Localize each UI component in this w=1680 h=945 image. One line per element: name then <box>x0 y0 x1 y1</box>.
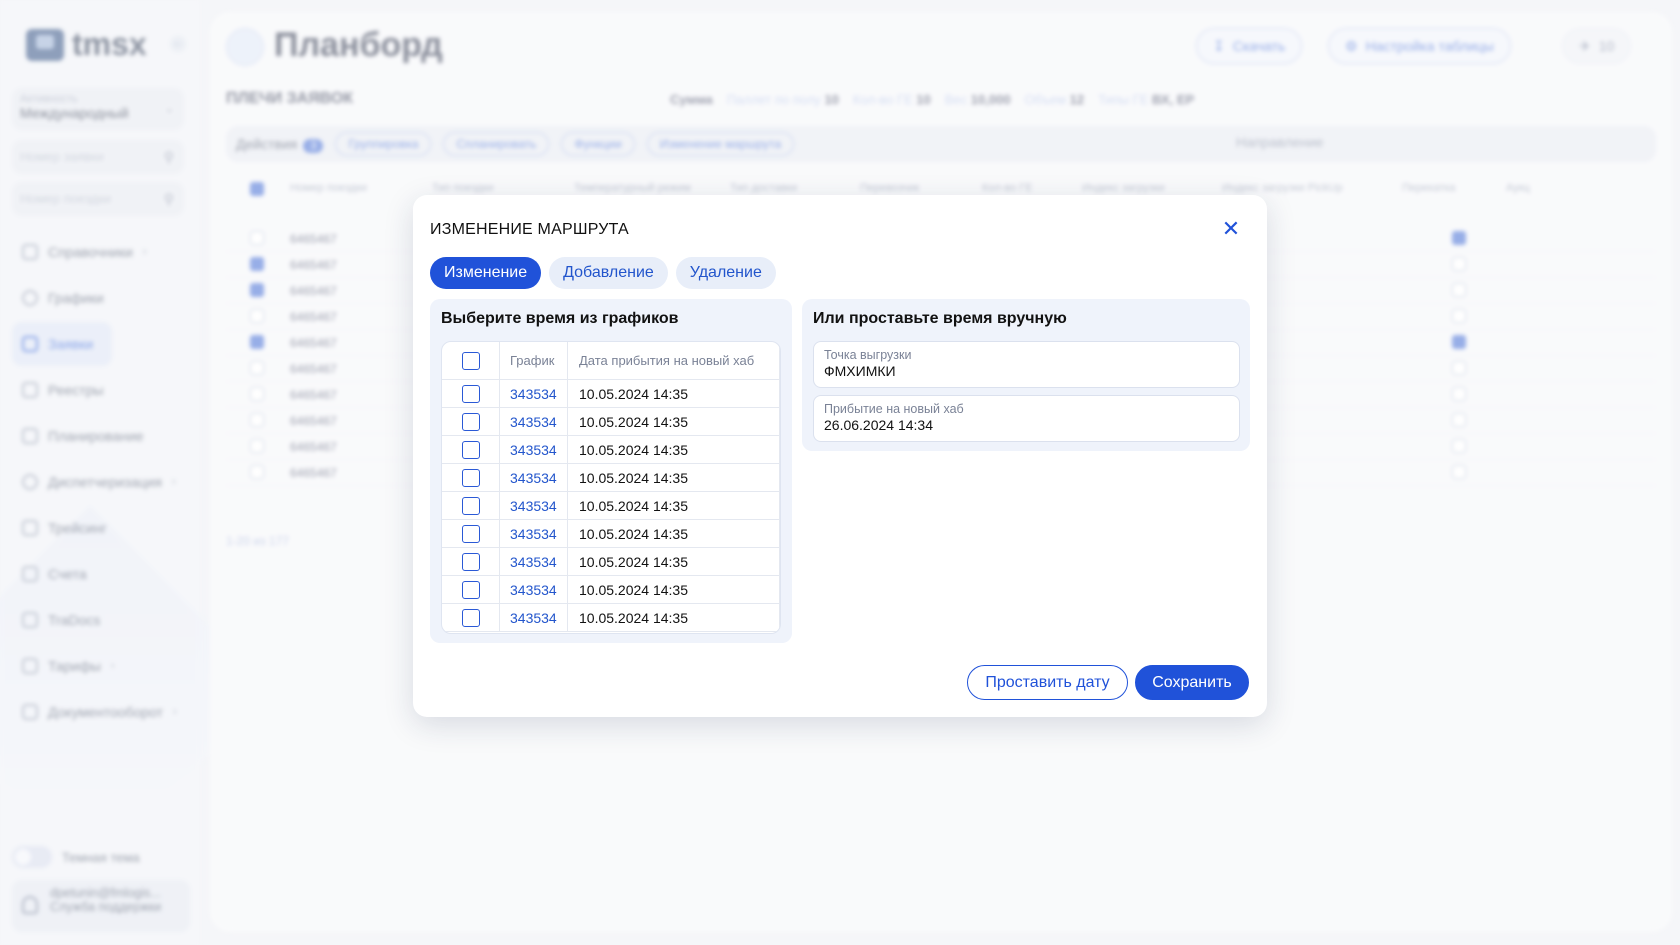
schedule-link[interactable]: 343534 <box>500 463 568 492</box>
schedule-link[interactable]: 343534 <box>500 547 568 576</box>
tab-add[interactable]: Добавление <box>549 257 668 289</box>
tab-change[interactable]: Изменение <box>430 257 542 289</box>
arrival-datetime-field[interactable]: Прибытие на новый хаб 26.06.2024 14:34 <box>813 395 1240 442</box>
schedule-row-checkbox[interactable] <box>461 440 480 459</box>
arrival-value: 26.06.2024 14:34 <box>824 417 933 433</box>
schedule-row-checkbox[interactable] <box>461 412 480 431</box>
tab-delete[interactable]: Удаление <box>675 257 776 289</box>
schedule-link[interactable]: 343534 <box>500 603 568 632</box>
schedule-row[interactable]: 343534 10.05.2024 14:35 <box>442 407 780 436</box>
schedule-row[interactable]: 343534 10.05.2024 14:35 <box>442 463 780 492</box>
schedule-row-checkbox[interactable] <box>461 608 480 627</box>
schedule-rows: 343534 10.05.2024 14:35 343534 10.05.2024 1… <box>442 379 780 632</box>
arrival-date: 10.05.2024 14:35 <box>568 519 780 548</box>
schedule-row-checkbox[interactable] <box>461 468 480 487</box>
unload-point-value: ФМХИМКИ <box>824 363 896 379</box>
schedule-row[interactable]: 343534 10.05.2024 14:35 <box>442 491 780 520</box>
arrival-date: 10.05.2024 14:35 <box>568 379 780 408</box>
arrival-date: 10.05.2024 14:35 <box>568 491 780 520</box>
schedule-panel: Выберите время из графиков График Дата п… <box>430 299 792 643</box>
arrival-date: 10.05.2024 14:35 <box>568 435 780 464</box>
schedule-link[interactable]: 343534 <box>500 435 568 464</box>
schedule-row-checkbox[interactable] <box>461 552 480 571</box>
modal-title: ИЗМЕНЕНИЕ МАРШРУТА <box>430 221 629 238</box>
schedule-link[interactable]: 343534 <box>500 575 568 604</box>
schedule-row[interactable]: 343534 10.05.2024 14:35 <box>442 435 780 464</box>
arrival-label: Прибытие на новый хаб <box>824 402 964 416</box>
arrival-date: 10.05.2024 14:35 <box>568 603 780 632</box>
arrival-date: 10.05.2024 14:35 <box>568 463 780 492</box>
modal-tabs: Изменение Добавление Удаление <box>430 257 776 289</box>
arrival-date: 10.05.2024 14:35 <box>568 547 780 576</box>
arrival-date: 10.05.2024 14:35 <box>568 407 780 436</box>
unload-point-field[interactable]: Точка выгрузки ФМХИМКИ <box>813 341 1240 388</box>
schedule-row-checkbox[interactable] <box>461 496 480 515</box>
manual-time-panel: Или проставьте время вручную Точка выгру… <box>802 299 1250 451</box>
column-header-arrival: Дата прибытия на новый хаб <box>568 342 780 380</box>
unload-point-label: Точка выгрузки <box>824 348 912 362</box>
schedule-row-checkbox[interactable] <box>461 580 480 599</box>
route-change-modal: ИЗМЕНЕНИЕ МАРШРУТА ✕ Изменение Добавлени… <box>413 195 1267 717</box>
close-icon[interactable]: ✕ <box>1219 217 1243 241</box>
schedule-table: График Дата прибытия на новый хаб 343534… <box>441 341 781 634</box>
schedule-row[interactable]: 343534 10.05.2024 14:35 <box>442 379 780 408</box>
schedule-table-header: График Дата прибытия на новый хаб <box>442 342 780 380</box>
schedule-row-checkbox[interactable] <box>461 524 480 543</box>
column-header-schedule: График <box>500 342 568 380</box>
arrival-date: 10.05.2024 14:35 <box>568 575 780 604</box>
schedule-link[interactable]: 343534 <box>500 491 568 520</box>
manual-panel-title: Или проставьте время вручную <box>813 310 1067 327</box>
set-date-button[interactable]: Проставить дату <box>967 665 1128 700</box>
schedule-row[interactable]: 343534 10.05.2024 14:35 <box>442 575 780 604</box>
schedule-link[interactable]: 343534 <box>500 519 568 548</box>
schedule-row[interactable]: 343534 10.05.2024 14:35 <box>442 603 780 632</box>
schedule-panel-title: Выберите время из графиков <box>441 310 679 327</box>
schedule-row[interactable]: 343534 10.05.2024 14:35 <box>442 547 780 576</box>
schedule-row[interactable]: 343534 10.05.2024 14:35 <box>442 519 780 548</box>
save-button[interactable]: Сохранить <box>1135 665 1249 700</box>
schedule-row-checkbox[interactable] <box>461 384 480 403</box>
schedule-link[interactable]: 343534 <box>500 407 568 436</box>
select-all-schedules-checkbox[interactable] <box>461 351 480 370</box>
schedule-link[interactable]: 343534 <box>500 379 568 408</box>
